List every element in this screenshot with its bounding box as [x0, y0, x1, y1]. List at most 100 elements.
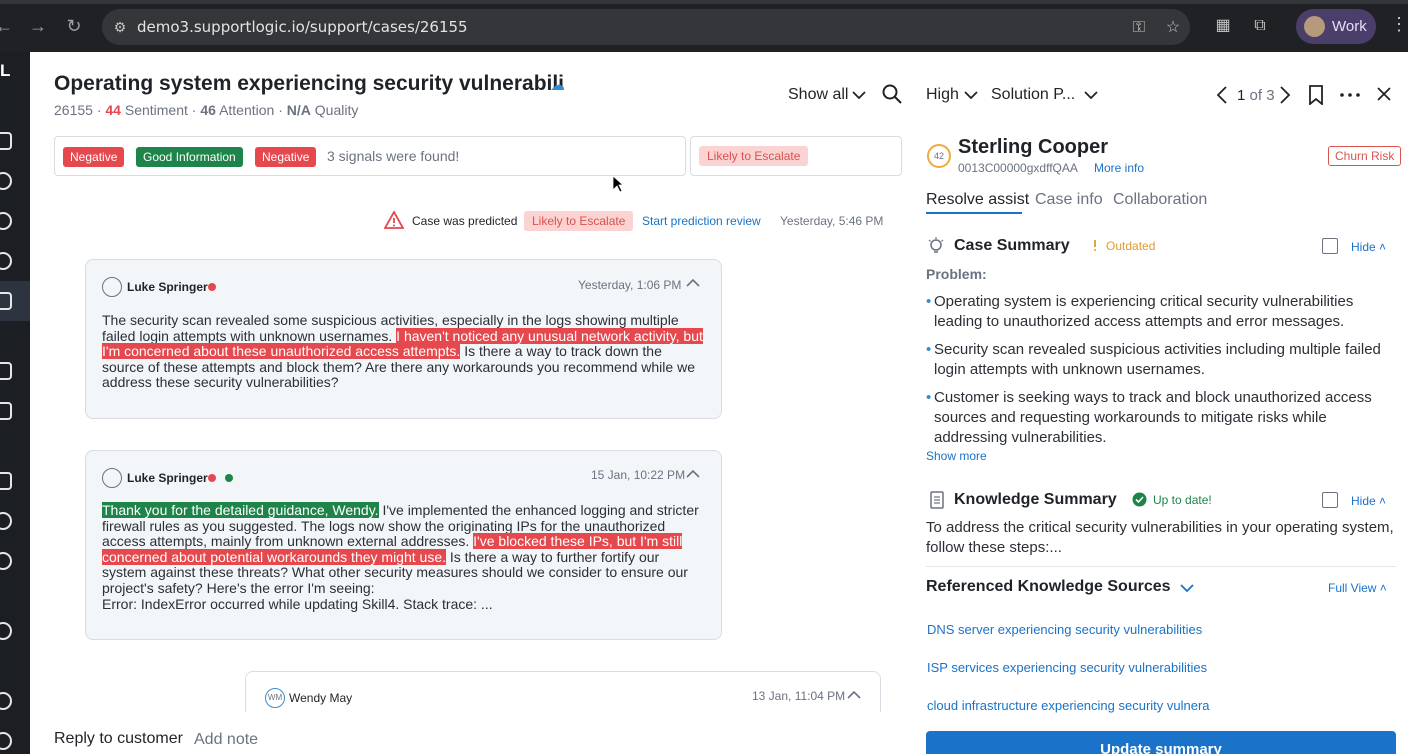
case-id: 26155 — [54, 102, 93, 118]
update-summary-button[interactable]: Update summary — [926, 731, 1396, 754]
warning-icon — [384, 211, 404, 229]
rail-support-icon[interactable] — [0, 212, 12, 230]
message-time: 13 Jan, 11:04 PM — [752, 689, 846, 703]
positive-highlight: Thank you for the detailed guidance, Wen… — [102, 502, 379, 518]
search-icon[interactable] — [882, 84, 902, 104]
previous-case-icon[interactable] — [1216, 86, 1228, 104]
chevron-up-icon[interactable] — [847, 690, 861, 700]
message-time: Yesterday, 1:06 PM — [578, 278, 682, 292]
show-more-link[interactable]: Show more — [926, 449, 987, 463]
signals-bar: Negative Good Information Negative 3 sig… — [54, 136, 686, 176]
more-info-link[interactable]: More info — [1094, 161, 1144, 175]
rail-settings-icon[interactable] — [0, 732, 12, 750]
address-bar[interactable]: ⚙ demo3.supportlogic.io/support/cases/26… — [102, 9, 1190, 45]
prediction-time: Yesterday, 5:46 PM — [780, 214, 884, 228]
rail-cloud-icon[interactable] — [0, 552, 12, 570]
show-all-filter[interactable]: Show all — [788, 86, 848, 104]
full-view-label: Full View — [1328, 581, 1377, 595]
copy-icon[interactable] — [1322, 492, 1338, 508]
more-options-icon[interactable] — [1340, 93, 1360, 97]
browser-menu-icon[interactable]: ⋮ — [1390, 14, 1408, 35]
rail-inbox-icon[interactable] — [0, 132, 12, 150]
knowledge-source-link[interactable]: DNS server experiencing security vulnera… — [927, 622, 1202, 637]
check-circle-icon — [1132, 492, 1147, 507]
tab-collaboration[interactable]: Collaboration — [1113, 191, 1207, 209]
prediction-text: Case was predicted — [412, 214, 518, 228]
message-card: Luke Springer 15 Jan, 10:22 PM Thank you… — [85, 450, 722, 640]
chevron-up-icon[interactable] — [686, 469, 700, 479]
tab-resolve-assist[interactable]: Resolve assist — [926, 191, 1029, 209]
knowledge-summary-text: To address the critical security vulnera… — [926, 519, 1394, 556]
signal-badge-negative[interactable]: Negative — [255, 147, 317, 167]
knowledge-source-link[interactable]: cloud infrastructure experiencing securi… — [927, 698, 1210, 713]
active-tab-indicator — [926, 212, 1022, 214]
knowledge-summary-status: Up to date! — [1153, 493, 1212, 507]
hide-label: Hide — [1351, 240, 1376, 254]
priority-select[interactable]: High — [926, 86, 959, 104]
password-key-icon[interactable]: ⚿ — [1128, 17, 1150, 39]
message-author: Luke Springer — [127, 280, 208, 294]
account-id: 0013C00000gxdffQAA — [958, 161, 1078, 175]
back-arrow-icon[interactable]: ← — [0, 14, 16, 38]
error-text: Error: IndexError occurred while updatin… — [102, 595, 493, 612]
alert-icon — [1094, 240, 1096, 251]
agent-avatar: WM — [265, 688, 285, 708]
site-settings-icon[interactable]: ⚙ — [110, 17, 130, 37]
close-icon[interactable] — [1377, 87, 1391, 101]
add-note-tab[interactable]: Add note — [194, 731, 258, 749]
escalation-box: Likely to Escalate — [690, 136, 902, 176]
knowledge-source-link[interactable]: ISP services experiencing security vulne… — [927, 660, 1207, 675]
bookmark-star-icon[interactable]: ☆ — [1162, 17, 1184, 39]
summary-bullet: Customer is seeking ways to track and bl… — [926, 388, 1396, 446]
copy-icon[interactable] — [1322, 238, 1338, 254]
hide-case-summary-link[interactable]: Hide ˄ — [1351, 240, 1386, 254]
app-logo[interactable]: L — [0, 61, 14, 81]
profile-button[interactable]: Work — [1296, 9, 1376, 44]
positive-dot — [225, 474, 233, 482]
reload-icon[interactable]: ↻ — [62, 14, 86, 38]
account-name[interactable]: Sterling Cooper — [958, 136, 1108, 159]
meta-separator: · — [191, 102, 197, 118]
rail-document-icon[interactable] — [0, 362, 12, 380]
attention-label: Attention — [219, 102, 275, 118]
rail-user-icon[interactable] — [0, 252, 12, 270]
rail-target-icon[interactable] — [0, 622, 12, 640]
next-case-icon[interactable] — [1279, 86, 1291, 104]
extensions-icon[interactable]: ⧉ — [1249, 15, 1271, 37]
rail-home-icon[interactable] — [0, 292, 12, 310]
rail-report-icon[interactable] — [0, 402, 12, 420]
chevron-down-icon[interactable] — [1180, 583, 1194, 593]
prediction-badge: Likely to Escalate — [524, 211, 634, 231]
churn-risk-badge: Churn Risk — [1328, 146, 1402, 166]
summary-bullet: Operating system is experiencing critica… — [926, 292, 1396, 332]
qr-code-icon[interactable]: ▦ — [1212, 15, 1234, 37]
negative-dot — [208, 474, 216, 482]
rail-bell-icon[interactable] — [0, 172, 12, 190]
update-summary-label: Update summary — [1100, 741, 1222, 754]
url-text: demo3.supportlogic.io/support/cases/2615… — [137, 18, 468, 36]
signal-badge-negative[interactable]: Negative — [63, 147, 125, 167]
solution-select[interactable]: Solution P... — [991, 86, 1075, 104]
browser-chrome: ← → ↻ ⚙ demo3.supportlogic.io/support/ca… — [0, 0, 1408, 52]
escalation-badge: Likely to Escalate — [699, 146, 809, 166]
user-avatar-icon — [102, 277, 122, 297]
rail-notes-icon[interactable] — [0, 472, 12, 490]
start-prediction-review-link[interactable]: Start prediction review — [642, 214, 761, 228]
quality-label: Quality — [314, 102, 359, 118]
chevron-up-icon[interactable] — [686, 278, 700, 288]
bookmark-icon[interactable] — [1308, 85, 1324, 105]
chevron-down-icon[interactable] — [964, 90, 978, 100]
reply-to-customer-tab[interactable]: Reply to customer — [54, 730, 183, 748]
signal-badge-good-information[interactable]: Good Information — [136, 147, 243, 167]
message-author: Luke Springer — [127, 471, 208, 485]
tab-case-info[interactable]: Case info — [1035, 191, 1103, 209]
document-icon — [930, 491, 944, 509]
full-view-link[interactable]: Full View ˄ — [1328, 581, 1387, 595]
chevron-down-icon[interactable] — [1084, 90, 1098, 100]
negative-dot — [208, 283, 216, 291]
rail-dashboard-icon[interactable] — [0, 692, 12, 710]
hide-knowledge-summary-link[interactable]: Hide ˄ — [1351, 494, 1386, 508]
chevron-down-icon[interactable] — [852, 90, 866, 100]
forward-arrow-icon[interactable]: → — [26, 14, 50, 38]
rail-clock-icon[interactable] — [0, 512, 12, 530]
